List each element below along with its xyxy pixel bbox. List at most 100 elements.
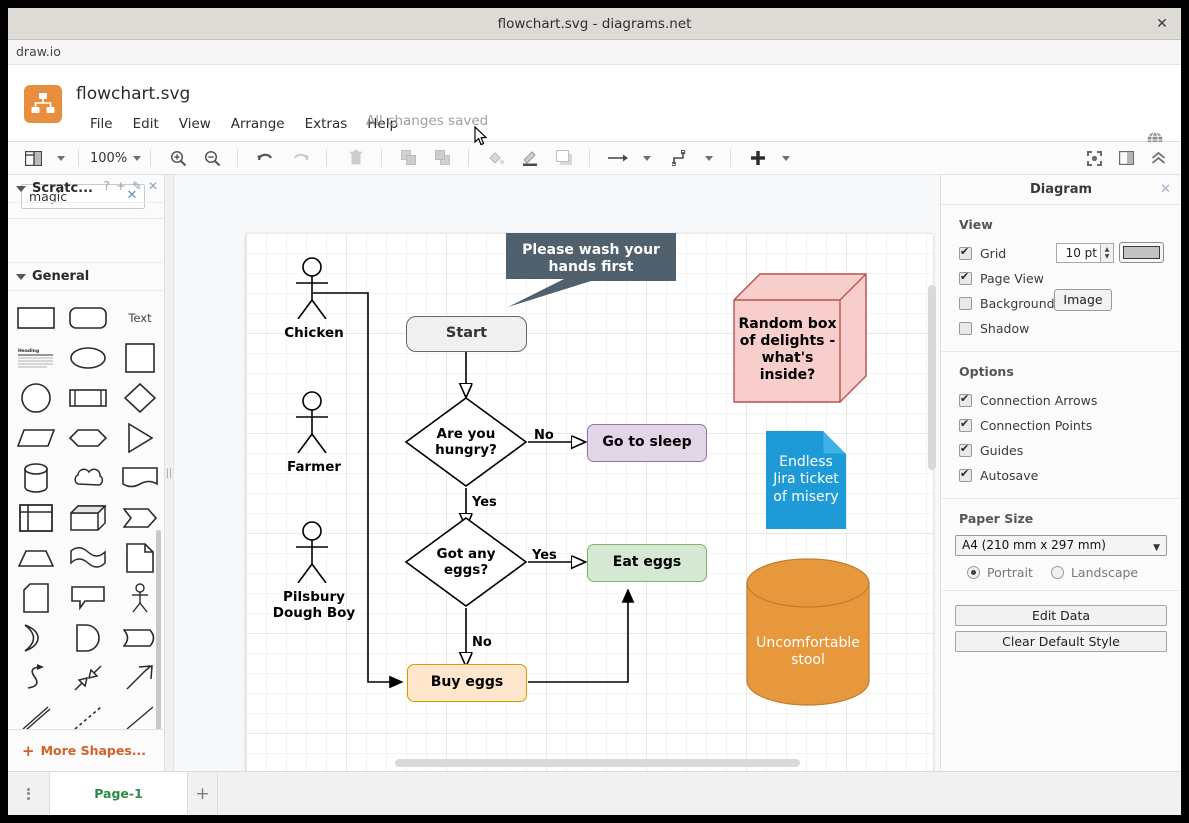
guides-checkbox[interactable] [959, 444, 972, 457]
line-color-icon[interactable] [517, 145, 543, 171]
portrait-radio[interactable] [967, 566, 980, 579]
page-view-checkbox[interactable] [959, 272, 972, 285]
shape-cylinder[interactable] [14, 461, 58, 495]
autosave-checkbox[interactable] [959, 469, 972, 482]
more-shapes-button[interactable]: + More Shapes... [8, 729, 165, 771]
canvas-vertical-scrollbar[interactable] [928, 285, 936, 470]
node-buy-eggs[interactable]: Buy eggs [407, 664, 527, 702]
shape-s-arrow[interactable] [14, 661, 58, 695]
delete-icon[interactable]: ✕ [148, 179, 158, 193]
section-scratchpad[interactable]: Scratc... ? + ✎ ✕ [8, 175, 164, 203]
shape-list[interactable]: Heading [14, 341, 58, 375]
menu-arrange[interactable]: Arrange [221, 115, 295, 133]
shape-ellipse[interactable] [66, 341, 110, 375]
shape-delay[interactable] [66, 621, 110, 655]
connection-arrow-dropdown[interactable] [632, 145, 658, 171]
node-jira-note[interactable]: Endless Jira ticket of misery [766, 431, 846, 529]
menu-view[interactable]: View [169, 115, 221, 133]
shape-tape[interactable] [66, 541, 110, 575]
shape-parallelogram[interactable] [14, 421, 58, 455]
clear-default-style-button[interactable]: Clear Default Style [955, 631, 1167, 652]
node-eat-eggs[interactable]: Eat eggs [587, 544, 707, 582]
edit-icon[interactable]: ✎ [132, 179, 142, 193]
node-are-you-hungry[interactable]: Are you hungry? [404, 396, 528, 488]
chevron-up-icon[interactable] [1145, 145, 1171, 171]
drawio-window: flowchart.svg - diagrams.net ✕ draw.io f… [8, 8, 1181, 815]
diagram-page[interactable]: Chicken Farmer [246, 233, 933, 771]
shape-cloud[interactable] [66, 461, 110, 495]
shape-rounded-rectangle[interactable] [66, 301, 110, 335]
waypoint-dropdown[interactable] [694, 145, 720, 171]
edit-data-button[interactable]: Edit Data [955, 605, 1167, 626]
undo-icon[interactable] [252, 145, 278, 171]
grid-size-input[interactable]: 10 pt [1056, 243, 1101, 263]
plus-icon[interactable] [745, 145, 771, 171]
node-uncomfortable-stool[interactable]: Uncomfortable stool [746, 558, 870, 706]
close-icon[interactable]: ✕ [1160, 182, 1171, 197]
shape-hexagon[interactable] [66, 421, 110, 455]
shape-cube[interactable] [66, 501, 110, 535]
shape-step[interactable] [118, 501, 162, 535]
panel-splitter[interactable]: || [165, 175, 174, 771]
node-start[interactable]: Start [406, 316, 527, 352]
shadow-checkbox[interactable] [959, 322, 972, 335]
grid-color-swatch[interactable] [1119, 242, 1164, 263]
view-layout-dropdown[interactable] [46, 145, 72, 171]
section-general[interactable]: General [8, 263, 164, 291]
shape-circle[interactable] [14, 381, 58, 415]
chevron-down-icon [16, 274, 26, 280]
shape-triangle[interactable] [118, 421, 162, 455]
mouse-cursor [474, 126, 488, 151]
background-checkbox[interactable] [959, 297, 972, 310]
background-image-button[interactable]: Image [1054, 289, 1112, 311]
shape-diamond[interactable] [118, 381, 162, 415]
shape-double-arrow[interactable] [66, 661, 110, 695]
menu-extras[interactable]: Extras [295, 115, 358, 133]
shape-callout[interactable] [66, 581, 110, 615]
shape-square[interactable] [118, 341, 162, 375]
page-menu-icon[interactable] [8, 772, 50, 815]
toolbar-separator [326, 149, 327, 167]
add-icon[interactable]: + [116, 179, 126, 193]
node-random-box[interactable]: Random box of delights - what's inside? [733, 273, 867, 403]
node-callout[interactable]: Please wash your hands first [506, 233, 676, 307]
shape-process[interactable] [66, 381, 110, 415]
zoom-level-button[interactable]: 100% [85, 145, 144, 171]
shape-trapezoid[interactable] [14, 541, 58, 575]
actor-farmer[interactable] [286, 391, 342, 453]
node-go-to-sleep[interactable]: Go to sleep [587, 424, 707, 462]
zoom-out-icon[interactable] [199, 145, 225, 171]
shape-internal-storage[interactable] [14, 501, 58, 535]
landscape-radio[interactable] [1051, 566, 1064, 579]
menu-edit[interactable]: Edit [123, 115, 169, 133]
window-close-button[interactable]: ✕ [1151, 14, 1173, 34]
node-got-any-eggs[interactable]: Got any eggs? [404, 516, 528, 608]
diagram-canvas[interactable]: Chicken Farmer [165, 175, 940, 771]
connection-arrow-icon[interactable] [604, 145, 632, 171]
connection-points-checkbox[interactable] [959, 419, 972, 432]
canvas-horizontal-scrollbar[interactable] [395, 759, 800, 767]
shape-text[interactable]: Text [118, 301, 162, 335]
connection-arrows-checkbox[interactable] [959, 394, 972, 407]
paper-size-select[interactable]: A4 (210 mm x 297 mm) ▼ [955, 535, 1167, 556]
toolbar-separator [237, 149, 238, 167]
shape-or[interactable] [14, 621, 58, 655]
grid-checkbox[interactable] [959, 247, 972, 260]
menu-file[interactable]: File [80, 115, 123, 133]
waypoint-icon[interactable] [668, 145, 694, 171]
paper-size-value: A4 (210 mm x 297 mm) [962, 538, 1106, 552]
page-tab-page-1[interactable]: Page-1 [50, 772, 188, 815]
actor-pilsbury-dough-boy[interactable] [286, 521, 342, 583]
zoom-in-icon[interactable] [165, 145, 191, 171]
format-panel-icon[interactable] [1113, 145, 1139, 171]
shape-rectangle[interactable] [14, 301, 58, 335]
fullscreen-icon[interactable] [1081, 145, 1107, 171]
add-page-icon[interactable]: + [188, 772, 218, 815]
help-icon[interactable]: ? [103, 179, 109, 193]
grid-size-stepper[interactable]: ▲▼ [1101, 243, 1114, 263]
view-layout-icon[interactable] [20, 145, 46, 171]
insert-dropdown[interactable] [771, 145, 797, 171]
actor-chicken[interactable] [286, 257, 342, 319]
shape-card[interactable] [14, 581, 58, 615]
shape-document[interactable] [118, 461, 162, 495]
